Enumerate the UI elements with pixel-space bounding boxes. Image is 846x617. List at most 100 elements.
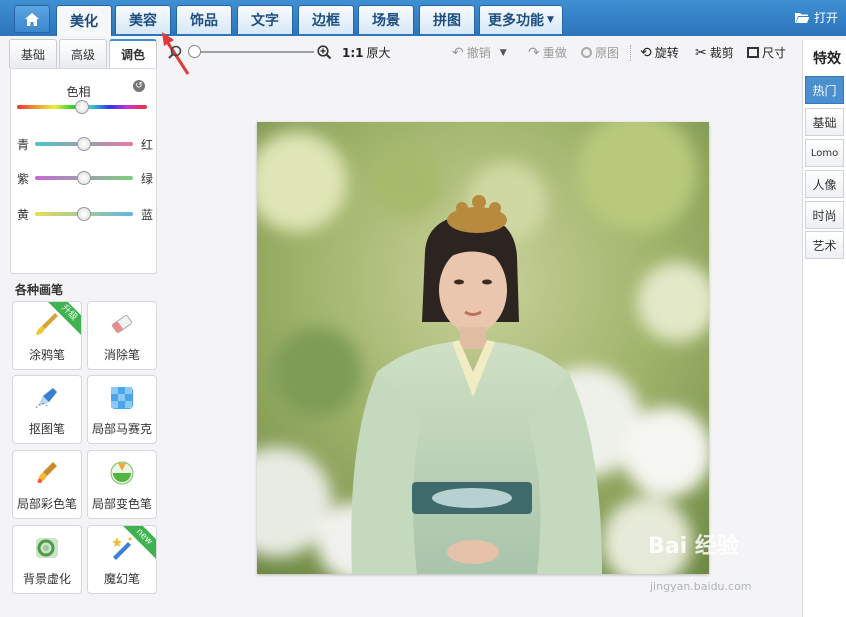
effect-category-lomo[interactable]: Lomo [805,139,844,167]
hue-slider[interactable] [17,99,152,115]
brush-background-blur[interactable]: 背景虚化 [12,525,82,594]
size-label: 尺寸 [762,46,787,60]
open-label: 打开 [813,11,838,25]
color-brush-icon [33,459,61,487]
subtab-basic[interactable]: 基础 [9,39,57,68]
undo-icon: ↶ [452,44,464,61]
chevron-down-icon[interactable]: ▼ [500,48,507,58]
redo-label: 重做 [542,46,567,60]
brush-cutout[interactable]: 抠图笔 [12,375,82,444]
yellow-blue-slider[interactable]: 黄 蓝 [17,206,154,222]
tab-label: 美化 [70,14,98,30]
effect-category-hot[interactable]: 热门 [805,76,844,104]
brush-label: 消除笔 [103,348,140,362]
brush-label: 局部彩色笔 [16,497,77,511]
subtab-color-tone[interactable]: 调色 [109,39,157,68]
brush-doodle[interactable]: 升级 涂鸦笔 [12,301,82,370]
effect-category-basic[interactable]: 基础 [805,108,844,136]
zoom-slider-track[interactable] [190,51,314,53]
original-label: 原图 [595,46,620,60]
hue-knob[interactable] [75,100,89,114]
tab-more-features[interactable]: 更多功能 ▼ [479,5,563,34]
toolbar-divider [630,45,631,61]
tab-text[interactable]: 文字 [237,5,293,34]
tab-beautify[interactable]: 美化 [56,5,112,36]
brush-label: 局部变色笔 [91,497,152,511]
zoom-out-icon[interactable] [168,45,182,59]
rotate-icon: ⟲ [640,44,652,61]
undo-label: 撤销 [466,46,491,60]
scissors-icon: ✂ [695,44,707,61]
redo-icon: ↷ [528,44,540,61]
original-icon [581,47,592,58]
redo-button[interactable]: ↷ 重做 [528,44,567,61]
subtab-label: 调色 [120,48,145,62]
cyan-red-slider[interactable]: 青 红 [17,136,154,152]
tab-scene[interactable]: 场景 [358,5,414,34]
cutout-pen-icon [33,384,61,412]
tab-border[interactable]: 边框 [298,5,354,34]
slider-right-label: 红 [141,138,154,152]
home-icon [25,12,39,26]
color-adjust-panel: 色相 ↺ 青 红 紫 绿 黄 蓝 [10,68,157,274]
effect-category-portrait[interactable]: 人像 [805,170,844,198]
undo-button[interactable]: ↶ 撤销 ▼ [452,44,507,61]
tab-label: 场景 [372,13,400,29]
tab-label: 美容 [129,13,157,29]
color-change-icon [108,459,136,487]
subtab-label: 基础 [20,47,45,62]
slider-right-label: 蓝 [141,208,154,222]
tab-label: 文字 [251,13,279,29]
adjust-subtabs: 基础 高级 调色 [9,39,157,68]
slider-left-label: 紫 [17,172,30,186]
category-label: 人像 [812,177,837,192]
original-image-button[interactable]: 原图 [581,44,619,61]
open-button[interactable]: 打开 [794,9,838,26]
zoom-slider-knob[interactable] [188,45,201,58]
category-label: 热门 [812,83,837,98]
brush-magic[interactable]: new 魔幻笔 [87,525,157,594]
mosaic-icon [108,384,136,412]
brush-label: 抠图笔 [28,422,65,436]
brush-local-color[interactable]: 局部彩色笔 [12,450,82,519]
subtab-advanced[interactable]: 高级 [59,39,107,68]
tab-label: 饰品 [190,13,218,29]
hue-label: 色相 [66,85,91,99]
top-nav-bar: 美化 美容 饰品 文字 边框 场景 拼图 更多功能 ▼ 打开 [0,0,846,36]
brush-local-recolor[interactable]: 局部变色笔 [87,450,157,519]
slider-right-label: 绿 [141,172,154,186]
chevron-down-icon: ▼ [547,15,554,25]
category-label: Lomo [810,147,839,159]
brush-mosaic[interactable]: 局部马赛克 [87,375,157,444]
reset-icon[interactable]: ↺ [133,80,145,92]
paintbrush-icon [33,310,61,338]
brush-eraser[interactable]: 消除笔 [87,301,157,370]
actual-size-button[interactable]: 1:1 原大 [342,44,391,61]
slider-left-label: 青 [17,138,30,152]
brush-label: 魔幻笔 [103,572,140,586]
cyan-red-knob[interactable] [77,137,91,151]
original-size-label: 原大 [366,46,391,60]
subtab-label: 高级 [70,47,95,62]
right-effects-panel: 特效 热门 基础 Lomo 人像 时尚 艺术 [802,40,846,617]
tab-collage[interactable]: 拼图 [419,5,475,34]
zoom-in-icon[interactable] [317,45,332,60]
tab-label: 边框 [312,13,340,29]
photo-canvas[interactable] [257,122,709,574]
home-button[interactable] [14,5,50,33]
resize-icon [747,47,759,58]
effect-category-art[interactable]: 艺术 [805,231,844,259]
yellow-blue-knob[interactable] [77,207,91,221]
magenta-green-knob[interactable] [77,171,91,185]
category-label: 时尚 [812,208,837,223]
effect-category-fashion[interactable]: 时尚 [805,201,844,229]
crop-button[interactable]: ✂ 裁剪 [695,44,734,61]
rotate-button[interactable]: ⟲ 旋转 [640,44,679,61]
watermark-url: jingyan.baidu.com [650,580,752,593]
resize-button[interactable]: 尺寸 [747,44,786,61]
magenta-green-slider[interactable]: 紫 绿 [17,170,154,186]
brush-label: 局部马赛克 [91,422,152,436]
slider-left-label: 黄 [17,208,30,222]
ratio-label: 1:1 [342,45,364,60]
brush-label: 涂鸦笔 [28,348,65,362]
